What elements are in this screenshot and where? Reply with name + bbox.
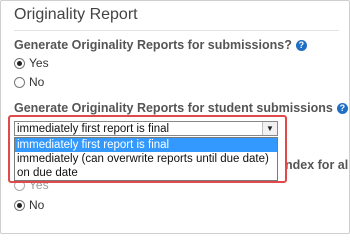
radio-yes-label: Yes — [29, 56, 49, 70]
help-icon[interactable]: ? — [295, 40, 307, 51]
section-title: Originality Report — [14, 6, 138, 23]
radio-submissions-no[interactable]: No — [14, 75, 44, 89]
radio-submissions-yes[interactable]: Yes — [14, 56, 49, 70]
title-divider — [14, 30, 339, 31]
radio-button-selected-icon[interactable] — [14, 199, 25, 211]
radio-button-selected-icon[interactable] — [14, 57, 25, 69]
question-index-label-fragment: ndex for all — [285, 158, 350, 172]
highlight-annotation-box — [8, 115, 287, 183]
radio-button-icon[interactable] — [14, 76, 25, 88]
help-icon[interactable]: ? — [336, 103, 348, 114]
question-submissions: Generate Originality Reports for submiss… — [14, 38, 307, 52]
question-student-submissions: Generate Originality Reports for student… — [14, 101, 348, 115]
question-submissions-label: Generate Originality Reports for submiss… — [14, 38, 292, 52]
radio-index-no[interactable]: No — [14, 198, 44, 212]
radio-index-no-label: No — [29, 198, 45, 212]
originality-report-panel: Originality Report Generate Originality … — [0, 0, 350, 234]
question-student-submissions-label: Generate Originality Reports for student… — [14, 101, 333, 115]
radio-no-label: No — [29, 75, 45, 89]
